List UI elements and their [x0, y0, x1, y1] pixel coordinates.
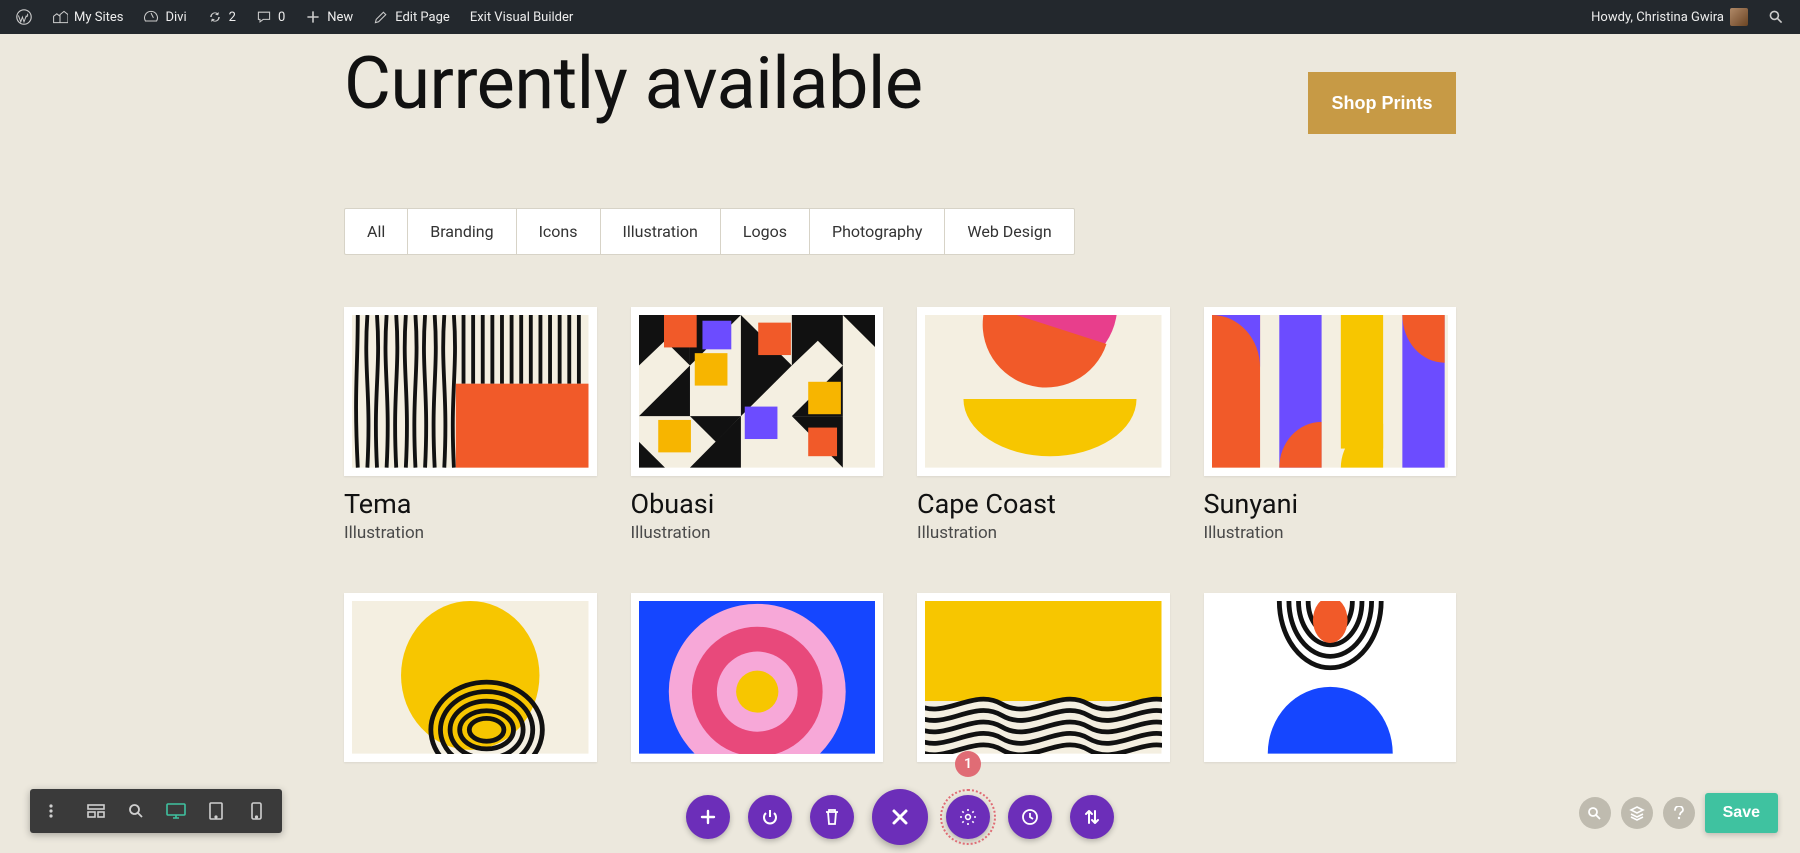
builder-viewport-bar: [30, 789, 282, 833]
zoom-view-button[interactable]: [116, 789, 156, 833]
tab-branding[interactable]: Branding: [408, 209, 516, 254]
thumbnail: [344, 307, 597, 476]
shop-prints-button[interactable]: Shop Prints: [1308, 72, 1456, 134]
sites-icon: [52, 9, 68, 25]
builder-page-controls: 1: [686, 789, 1114, 845]
find-button[interactable]: [1579, 797, 1611, 829]
builder-save-bar: Save: [1579, 793, 1778, 833]
filter-tabs: All Branding Icons Illustration Logos Ph…: [344, 208, 1075, 255]
search-icon: [1768, 9, 1784, 25]
search-toggle[interactable]: [1758, 0, 1794, 34]
layers-button[interactable]: [1621, 797, 1653, 829]
add-section-button[interactable]: [686, 795, 730, 839]
portfolio-item[interactable]: Tema Illustration: [344, 307, 597, 543]
history-button[interactable]: [1008, 795, 1052, 839]
edit-page-menu[interactable]: Edit Page: [363, 0, 460, 34]
card-title: Obuasi: [631, 490, 884, 520]
portfolio-grid: Tema Illustration: [344, 307, 1456, 762]
updates-count: 2: [229, 10, 236, 25]
tab-all[interactable]: All: [345, 209, 408, 254]
builder-menu-button[interactable]: [36, 789, 76, 833]
tab-logos[interactable]: Logos: [721, 209, 810, 254]
wp-logo[interactable]: [6, 0, 42, 34]
thumbnail: [631, 307, 884, 476]
thumbnail: [917, 593, 1170, 762]
updates-menu[interactable]: 2: [197, 0, 246, 34]
highlight-ring: [940, 789, 996, 845]
portfolio-item[interactable]: Obuasi Illustration: [631, 307, 884, 543]
portfolio-item[interactable]: [631, 593, 884, 762]
tab-photography[interactable]: Photography: [810, 209, 945, 254]
tab-illustration[interactable]: Illustration: [601, 209, 721, 254]
thumbnail: [1204, 593, 1457, 762]
thumbnail: [917, 307, 1170, 476]
card-category: Illustration: [1204, 523, 1457, 543]
power-button[interactable]: [748, 795, 792, 839]
portfolio-item[interactable]: Sunyani Illustration: [1204, 307, 1457, 543]
update-icon: [207, 9, 223, 25]
portfolio-item[interactable]: [344, 593, 597, 762]
my-sites-menu[interactable]: My Sites: [42, 0, 133, 34]
card-category: Illustration: [917, 523, 1170, 543]
delete-button[interactable]: [810, 795, 854, 839]
thumbnail: [344, 593, 597, 762]
gauge-icon: [143, 9, 159, 25]
tablet-view-button[interactable]: [196, 789, 236, 833]
new-content-menu[interactable]: New: [295, 0, 363, 34]
wp-admin-bar: My Sites Divi 2 0 New Edit Page Exit Vis…: [0, 0, 1800, 34]
comments-menu[interactable]: 0: [246, 0, 295, 34]
help-button[interactable]: [1663, 797, 1695, 829]
tab-icons[interactable]: Icons: [517, 209, 601, 254]
new-label: New: [327, 10, 353, 25]
portfolio-item[interactable]: [917, 593, 1170, 762]
desktop-view-button[interactable]: [156, 789, 196, 833]
exit-vb-label: Exit Visual Builder: [470, 10, 573, 25]
comment-icon: [256, 9, 272, 25]
site-name-label: Divi: [165, 10, 186, 25]
plus-icon: [305, 9, 321, 25]
comments-count: 0: [278, 10, 285, 25]
page-title: Currently available: [344, 48, 1456, 120]
exit-visual-builder[interactable]: Exit Visual Builder: [460, 0, 583, 34]
my-sites-label: My Sites: [74, 10, 123, 25]
card-title: Sunyani: [1204, 490, 1457, 520]
portfolio-item[interactable]: [1204, 593, 1457, 762]
wireframe-view-button[interactable]: [76, 789, 116, 833]
page-canvas: Currently available Shop Prints All Bran…: [0, 34, 1800, 853]
pencil-icon: [373, 9, 389, 25]
site-name-menu[interactable]: Divi: [133, 0, 196, 34]
card-title: Cape Coast: [917, 490, 1170, 520]
avatar: [1730, 8, 1748, 26]
portfolio-item[interactable]: Cape Coast Illustration: [917, 307, 1170, 543]
card-category: Illustration: [344, 523, 597, 543]
my-account-menu[interactable]: Howdy, Christina Gwira: [1581, 0, 1758, 34]
edit-page-label: Edit Page: [395, 10, 450, 25]
wordpress-icon: [16, 9, 32, 25]
save-button[interactable]: Save: [1705, 793, 1778, 833]
phone-view-button[interactable]: [236, 789, 276, 833]
howdy-label: Howdy, Christina Gwira: [1591, 10, 1724, 25]
tab-web-design[interactable]: Web Design: [945, 209, 1073, 254]
thumbnail: [631, 593, 884, 762]
close-panel-button[interactable]: [872, 789, 928, 845]
thumbnail: [1204, 307, 1457, 476]
step-badge: 1: [955, 751, 981, 777]
card-category: Illustration: [631, 523, 884, 543]
sort-button[interactable]: [1070, 795, 1114, 839]
card-title: Tema: [344, 490, 597, 520]
